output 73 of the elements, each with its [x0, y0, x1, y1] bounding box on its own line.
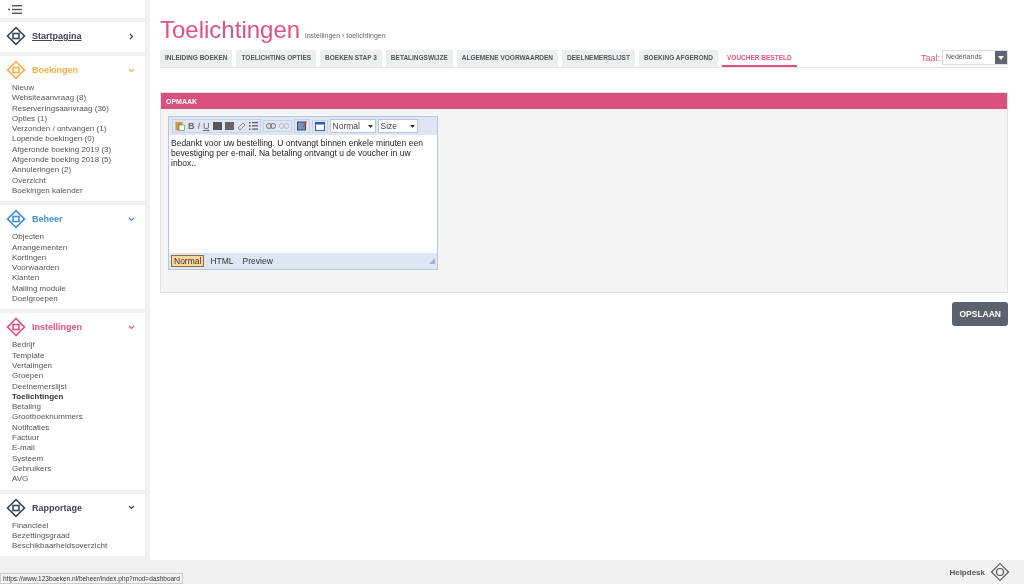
sidebar-item[interactable]: Deelnemerslijst [12, 381, 137, 392]
chevron-right-icon[interactable] [128, 32, 135, 40]
align-right-icon[interactable] [224, 122, 234, 130]
mode-button[interactable]: HTML [207, 255, 237, 267]
sidebar-item[interactable]: AVG [12, 474, 137, 485]
sidebar-item[interactable]: Factuur [12, 433, 137, 444]
save-button[interactable]: OPSLAAN [952, 302, 1008, 326]
sidebar-item[interactable]: Systeem [12, 453, 137, 464]
sidebar-item[interactable]: Beschikbaarheidsoverzicht [12, 541, 137, 552]
sidebar-item[interactable]: Websiteaanvraag (8) [12, 93, 137, 104]
chevron-down-icon[interactable] [128, 504, 135, 511]
sidebar-item[interactable]: Bedrijf [12, 340, 137, 351]
align-left-icon[interactable] [212, 122, 222, 130]
sidebar-item[interactable]: Klanten [12, 273, 137, 284]
sidebar-item[interactable]: Gebruikers [12, 463, 137, 475]
sidebar-item[interactable]: Doelgroepen [12, 294, 137, 305]
table-icon[interactable] [314, 121, 325, 131]
editor-text[interactable]: Bedankt voor uw bestelling. U ontvangt binnen enkele minuten een bevestiging per e-mail. Na betaling ontvangt u de voucher in uw inbox.. [169, 135, 437, 253]
sidebar-item[interactable]: Betaling [12, 402, 137, 413]
sidebar-item[interactable]: E-mail [12, 443, 137, 454]
diamond-icon [6, 317, 26, 338]
caret-icon[interactable] [409, 124, 415, 128]
sidebar-item[interactable]: Toelichtingen [12, 391, 137, 403]
sidebar-item[interactable]: Groepen [12, 371, 137, 382]
sidebar-item[interactable]: Vertalingen [12, 360, 137, 372]
sidebar-item[interactable]: Boekingen kalender [12, 185, 137, 197]
language-label: Taal: [921, 52, 940, 63]
sidebar-item[interactable]: Afgeronde boeking 2018 (5) [12, 155, 137, 166]
sidebar-item[interactable]: Annuleringen (2) [12, 165, 137, 176]
list-icon[interactable] [248, 122, 258, 130]
sidebar-item[interactable]: Grootboeknummers [12, 412, 137, 423]
sidebar-item[interactable]: Voorwaarden [12, 263, 137, 274]
sidebar-item[interactable]: Afgeronde boeking 2019 (3) [12, 144, 137, 156]
paste-icon[interactable] [175, 121, 185, 131]
eraser-icon[interactable] [236, 122, 246, 130]
sidebar-heading[interactable]: Rapportage [32, 502, 122, 513]
image-icon[interactable] [296, 121, 307, 131]
sidebar-item[interactable]: Financieel [12, 520, 137, 531]
sidebar-item[interactable]: Mailing module [12, 283, 137, 295]
sidebar-item[interactable]: Kortingen [12, 252, 137, 264]
sidebar-item[interactable]: Reserveringsaanvraag (36) [12, 103, 137, 114]
diamond-icon [6, 60, 26, 80]
diamond-icon [6, 209, 26, 230]
sidebar-item[interactable]: Bezettingsgraad [12, 530, 137, 542]
sidebar-item[interactable]: Nieuw [12, 83, 137, 94]
help-icon[interactable] [990, 562, 1010, 582]
sidebar-item[interactable]: Lopende boekingen (0) [12, 134, 137, 145]
sidebar-item[interactable]: Verzonden / ontvangen (1) [12, 124, 137, 135]
resize-grip-icon[interactable] [429, 258, 435, 264]
sidebar-item[interactable]: Objecten [12, 232, 137, 243]
mode-button[interactable]: Normal [171, 255, 205, 267]
diamond-icon [6, 26, 26, 46]
helpdesk-link[interactable]: Helpdesk [949, 567, 985, 577]
sidebar-heading[interactable]: Beheer [32, 214, 122, 225]
page-title: Toelichtingen [160, 16, 301, 44]
sidebar-heading[interactable]: Startpagina [32, 31, 122, 41]
menu-icon[interactable] [8, 4, 22, 14]
size-select[interactable]: Size [377, 119, 418, 133]
caret-icon[interactable] [367, 124, 373, 128]
underline-button[interactable]: U [203, 121, 210, 131]
mode-button[interactable]: Preview [239, 255, 276, 267]
bold-button[interactable]: B [188, 121, 195, 131]
sidebar-item[interactable]: Arrangementen [12, 242, 137, 253]
caret-icon[interactable] [998, 55, 1004, 60]
sidebar-item[interactable]: Notifcaties [12, 422, 137, 433]
sidebar-item[interactable]: Template [12, 350, 137, 361]
link-icon[interactable] [265, 123, 276, 129]
diamond-icon [6, 497, 26, 518]
format-select[interactable]: Normal [329, 119, 376, 133]
sidebar-heading[interactable]: Instellingen [32, 322, 122, 333]
sidebar-item[interactable]: Overzicht [12, 175, 137, 186]
italic-button[interactable]: I [197, 121, 200, 131]
sidebar-item[interactable]: Opties (1) [12, 113, 137, 125]
